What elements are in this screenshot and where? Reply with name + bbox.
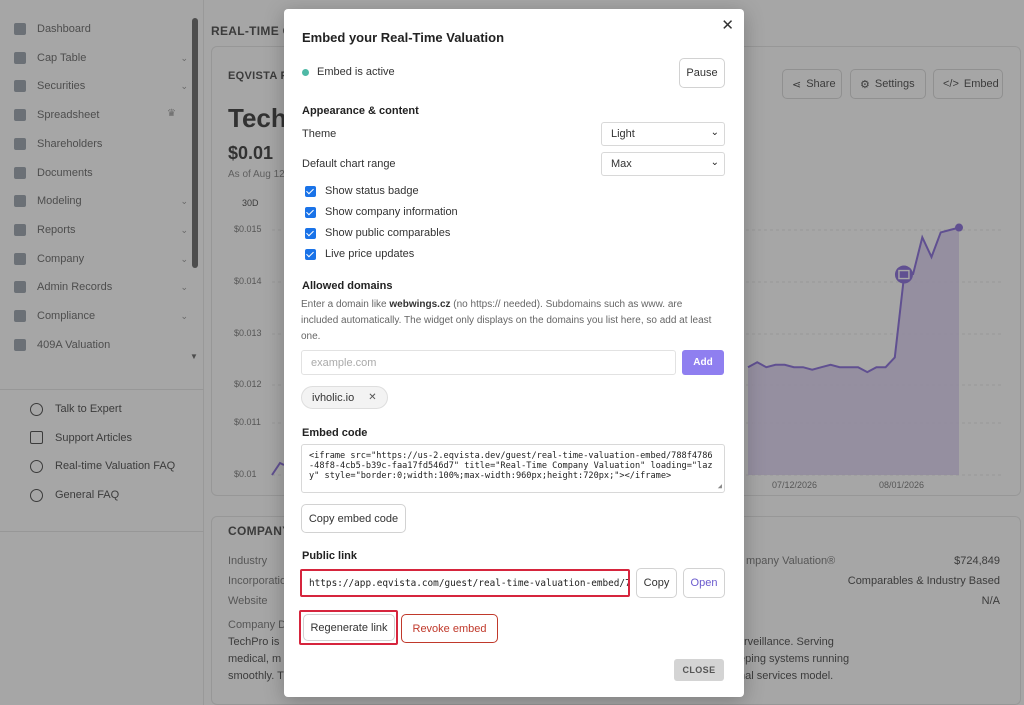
checkbox-checked-icon[interactable] [305,185,316,197]
remove-domain-icon[interactable]: ✕ [368,392,376,403]
theme-label: Theme [302,128,337,140]
checkbox-checked-icon[interactable] [305,248,316,260]
embed-modal: ✕ Embed your Real-Time Valuation Embed i… [284,9,744,697]
live-price-updates-checkbox[interactable]: Live price updates [305,247,414,261]
theme-select[interactable]: Light ⌄ [601,122,725,146]
copy-link-button[interactable]: Copy [636,568,677,598]
checkbox-checked-icon[interactable] [305,206,316,218]
modal-title: Embed your Real-Time Valuation [302,30,505,45]
embed-code-title: Embed code [302,427,368,439]
embed-status: Embed is active [317,66,395,78]
chart-range-label: Default chart range [302,158,396,170]
revoke-embed-button[interactable]: Revoke embed [401,614,498,643]
close-icon[interactable]: ✕ [721,16,734,34]
checkbox-checked-icon[interactable] [305,227,316,239]
allowed-domains-help: Enter a domain like webwings.cz (no http… [301,299,712,342]
public-link-field[interactable]: https://app.eqvista.com/guest/real-time-… [300,569,630,597]
chevron-down-icon: ⌄ [710,157,719,168]
embed-code-textarea[interactable]: <iframe src="https://us-2.eqvista.dev/gu… [301,444,725,493]
domain-input[interactable]: example.com [301,350,676,375]
copy-embed-code-button[interactable]: Copy embed code [301,504,406,533]
open-link-button[interactable]: Open [683,568,725,598]
close-button[interactable]: CLOSE [674,659,724,681]
status-dot-icon [302,69,309,76]
chevron-down-icon: ⌄ [710,127,719,138]
show-status-badge-checkbox[interactable]: Show status badge [305,184,419,198]
allowed-domains-title: Allowed domains [302,280,393,292]
show-public-comparables-checkbox[interactable]: Show public comparables [305,226,450,240]
chart-range-select[interactable]: Max ⌄ [601,152,725,176]
add-domain-button[interactable]: Add [682,350,724,375]
pause-button[interactable]: Pause [679,58,725,88]
domain-chip: ivholic.io ✕ [301,386,388,409]
public-link-title: Public link [302,550,358,562]
regenerate-link-button[interactable]: Regenerate link [303,614,395,641]
appearance-title: Appearance & content [302,105,419,117]
resize-handle-icon[interactable]: ◢ [718,481,722,491]
show-company-info-checkbox[interactable]: Show company information [305,205,458,219]
